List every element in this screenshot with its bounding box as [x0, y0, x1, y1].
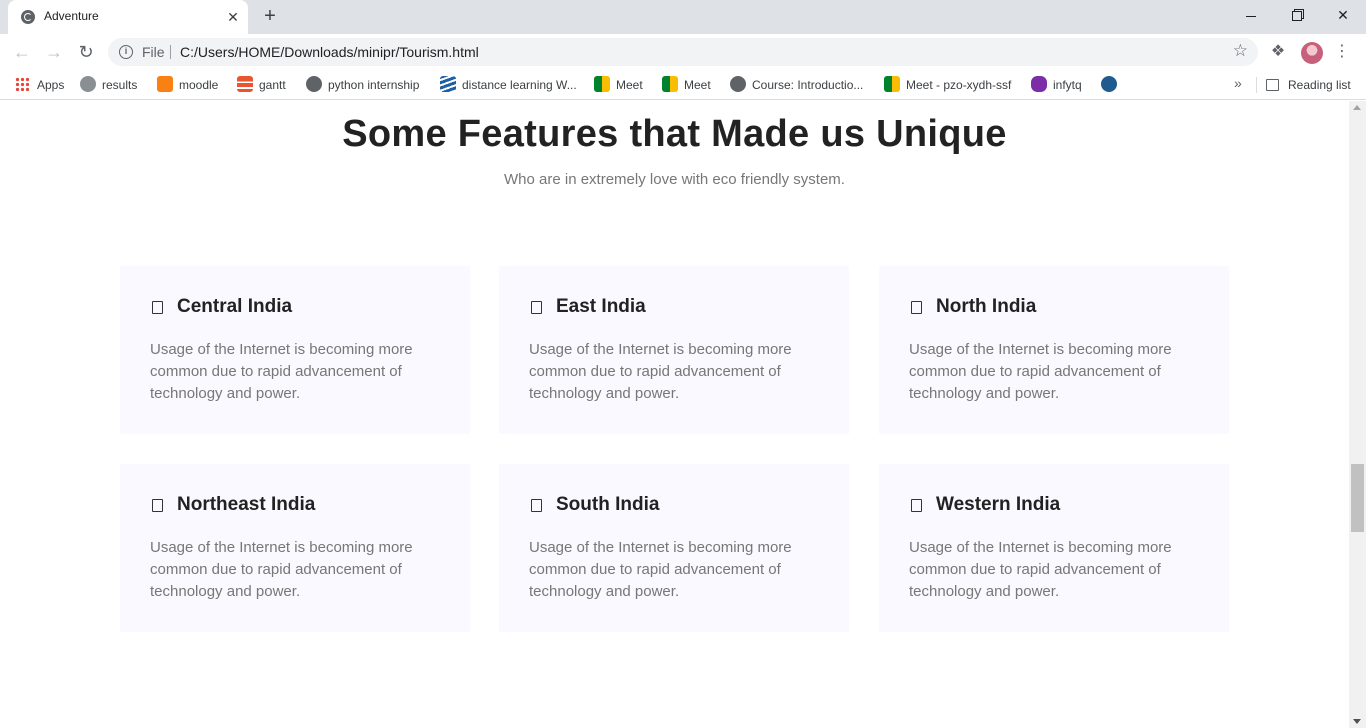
bookmark-label: moodle: [179, 78, 219, 92]
minimize-button[interactable]: [1228, 0, 1274, 32]
page-viewport: Some Features that Made us Unique Who ar…: [0, 101, 1349, 728]
reading-list-label: Reading list: [1288, 78, 1351, 92]
bookmark-label: results: [102, 78, 138, 92]
bookmark-label: Meet - pzo-xydh-ssf: [906, 78, 1012, 92]
bookmark-label: Apps: [37, 78, 65, 92]
back-icon: ←: [13, 42, 31, 62]
meet-icon: [594, 76, 610, 92]
browser-toolbar: ← → ↻ i File C:/Users/HOME/Downloads/min…: [0, 34, 1366, 70]
bookmark-gantt[interactable]: gantt: [237, 76, 286, 94]
restore-button[interactable]: [1274, 0, 1320, 32]
bookmark-unnamed[interactable]: [1101, 76, 1123, 94]
feature-text: Usage of the Internet is becoming more c…: [150, 341, 413, 402]
reading-list-button[interactable]: Reading list: [1266, 76, 1351, 94]
bookmark-meet-2[interactable]: Meet: [662, 76, 711, 94]
feature-title: Northeast India: [177, 494, 316, 515]
scroll-up-icon[interactable]: [1353, 105, 1361, 110]
bookmark-distance-learning[interactable]: distance learning W...: [440, 76, 577, 94]
feature-icon: [531, 499, 542, 512]
bookmarks-overflow-button[interactable]: »: [1234, 75, 1242, 91]
gantt-icon: [237, 76, 253, 92]
feature-text: Usage of the Internet is becoming more c…: [909, 341, 1172, 402]
bookmark-label: Course: Introductio...: [752, 78, 864, 92]
feature-title: South India: [556, 494, 660, 515]
bookmark-meet-3[interactable]: Meet - pzo-xydh-ssf: [884, 76, 1011, 94]
extensions-icon[interactable]: ❖: [1268, 42, 1288, 62]
bookmark-label: gantt: [259, 78, 286, 92]
url-text[interactable]: C:/Users/HOME/Downloads/minipr/Tourism.h…: [180, 44, 479, 60]
bookmarks-divider: [1256, 77, 1257, 93]
bookmark-course[interactable]: Course: Introductio...: [730, 76, 863, 94]
shield-icon: [1101, 76, 1117, 92]
bookmark-label: distance learning W...: [462, 78, 577, 92]
minimize-icon: [1246, 15, 1256, 17]
bookmark-infytq[interactable]: infytq: [1031, 76, 1082, 94]
feature-icon: [152, 301, 163, 314]
feature-card: East India Usage of the Internet is beco…: [499, 266, 849, 434]
scroll-down-icon[interactable]: [1353, 719, 1361, 724]
feature-card: North India Usage of the Internet is bec…: [879, 266, 1229, 434]
apps-grid-icon: [15, 77, 29, 91]
globe-icon: [730, 76, 746, 92]
globe-icon: [21, 10, 35, 24]
bookmarks-bar: Apps results moodle gantt python interns…: [0, 70, 1366, 100]
feature-text: Usage of the Internet is becoming more c…: [150, 539, 413, 600]
tab-strip: Adventure ✕ + ✕: [0, 0, 1366, 34]
feature-card: Northeast India Usage of the Internet is…: [120, 464, 470, 632]
feature-text: Usage of the Internet is becoming more c…: [909, 539, 1172, 600]
tab-title: Adventure: [44, 9, 99, 23]
feature-icon: [152, 499, 163, 512]
section-heading: Some Features that Made us Unique: [342, 113, 1007, 155]
browser-tab[interactable]: Adventure ✕: [8, 0, 248, 34]
globe-icon: [306, 76, 322, 92]
feature-text: Usage of the Internet is becoming more c…: [529, 341, 792, 402]
new-tab-button[interactable]: +: [258, 5, 282, 29]
feature-icon: [911, 301, 922, 314]
reading-list-icon: [1266, 79, 1279, 91]
bookmark-label: python internship: [328, 78, 420, 92]
reload-button[interactable]: ↻: [72, 38, 100, 66]
forward-icon: →: [45, 42, 63, 62]
bookmark-moodle[interactable]: moodle: [157, 76, 218, 94]
feature-title: East India: [556, 296, 646, 317]
close-window-button[interactable]: ✕: [1320, 0, 1366, 32]
star-icon[interactable]: ☆: [1233, 42, 1248, 60]
restore-icon: [1292, 11, 1302, 22]
feature-title: North India: [936, 296, 1037, 317]
meet-icon: [884, 76, 900, 92]
feature-card: Central India Usage of the Internet is b…: [120, 266, 470, 434]
feature-text: Usage of the Internet is becoming more c…: [529, 539, 792, 600]
feature-title: Western India: [936, 494, 1061, 515]
bookmark-results[interactable]: results: [80, 76, 137, 94]
back-button[interactable]: ←: [8, 38, 36, 66]
bookmark-label: infytq: [1053, 78, 1082, 92]
forward-button[interactable]: →: [40, 38, 68, 66]
feature-title: Central India: [177, 296, 293, 317]
reload-icon: ↻: [78, 42, 94, 62]
bookmark-apps[interactable]: Apps: [15, 76, 64, 94]
feature-card: South India Usage of the Internet is bec…: [499, 464, 849, 632]
bookmark-meet-1[interactable]: Meet: [594, 76, 643, 94]
results-icon: [80, 76, 96, 92]
feature-icon: [531, 301, 542, 314]
bookmark-label: Meet: [684, 78, 711, 92]
bookmark-label: Meet: [616, 78, 643, 92]
moodle-icon: [157, 76, 173, 92]
feature-card: Western India Usage of the Internet is b…: [879, 464, 1229, 632]
url-scheme: File: [142, 44, 165, 60]
close-tab-icon[interactable]: ✕: [224, 8, 242, 26]
scrollbar-thumb[interactable]: [1351, 464, 1364, 532]
meet-icon: [662, 76, 678, 92]
distance-learning-icon: [440, 76, 456, 92]
section-subheading: Who are in extremely love with eco frien…: [504, 171, 845, 188]
url-separator: [170, 45, 171, 59]
vertical-scrollbar[interactable]: [1349, 101, 1366, 728]
feature-icon: [911, 499, 922, 512]
info-icon[interactable]: i: [119, 45, 133, 59]
menu-icon[interactable]: ⋮: [1334, 40, 1350, 64]
bookmark-python-internship[interactable]: python internship: [306, 76, 419, 94]
profile-avatar[interactable]: [1301, 42, 1323, 64]
infytq-icon: [1031, 76, 1047, 92]
address-bar[interactable]: i File C:/Users/HOME/Downloads/minipr/To…: [108, 38, 1258, 66]
